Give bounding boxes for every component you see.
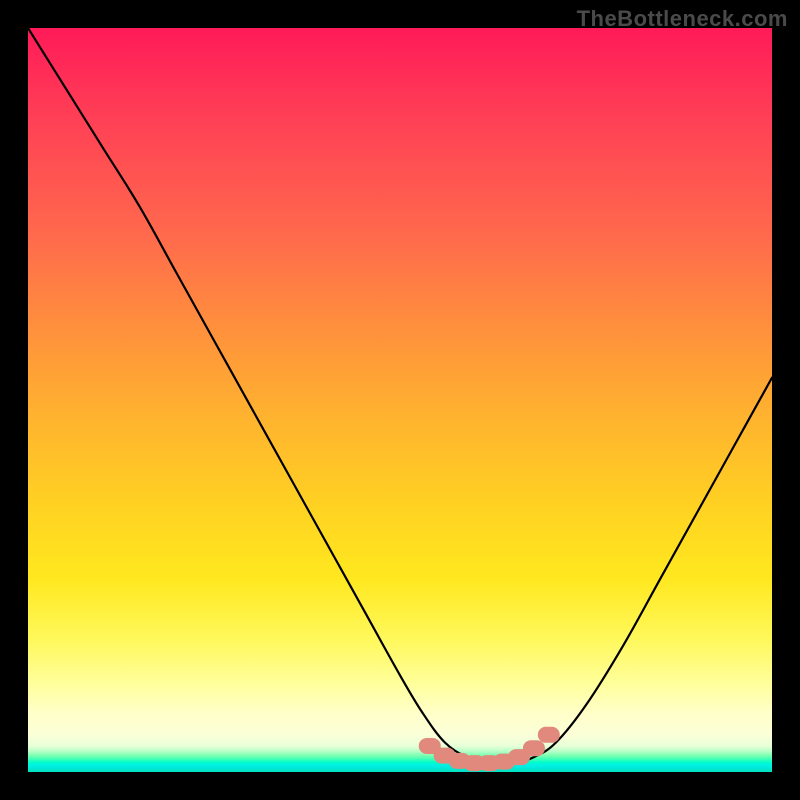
marker-dot <box>523 740 545 756</box>
plot-area <box>28 28 772 772</box>
chart-container: TheBottleneck.com <box>0 0 800 800</box>
curve-svg <box>28 28 772 772</box>
flat-region-markers <box>419 727 560 771</box>
marker-dot <box>538 727 560 743</box>
bottleneck-curve <box>28 28 772 766</box>
watermark-text: TheBottleneck.com <box>577 6 788 32</box>
